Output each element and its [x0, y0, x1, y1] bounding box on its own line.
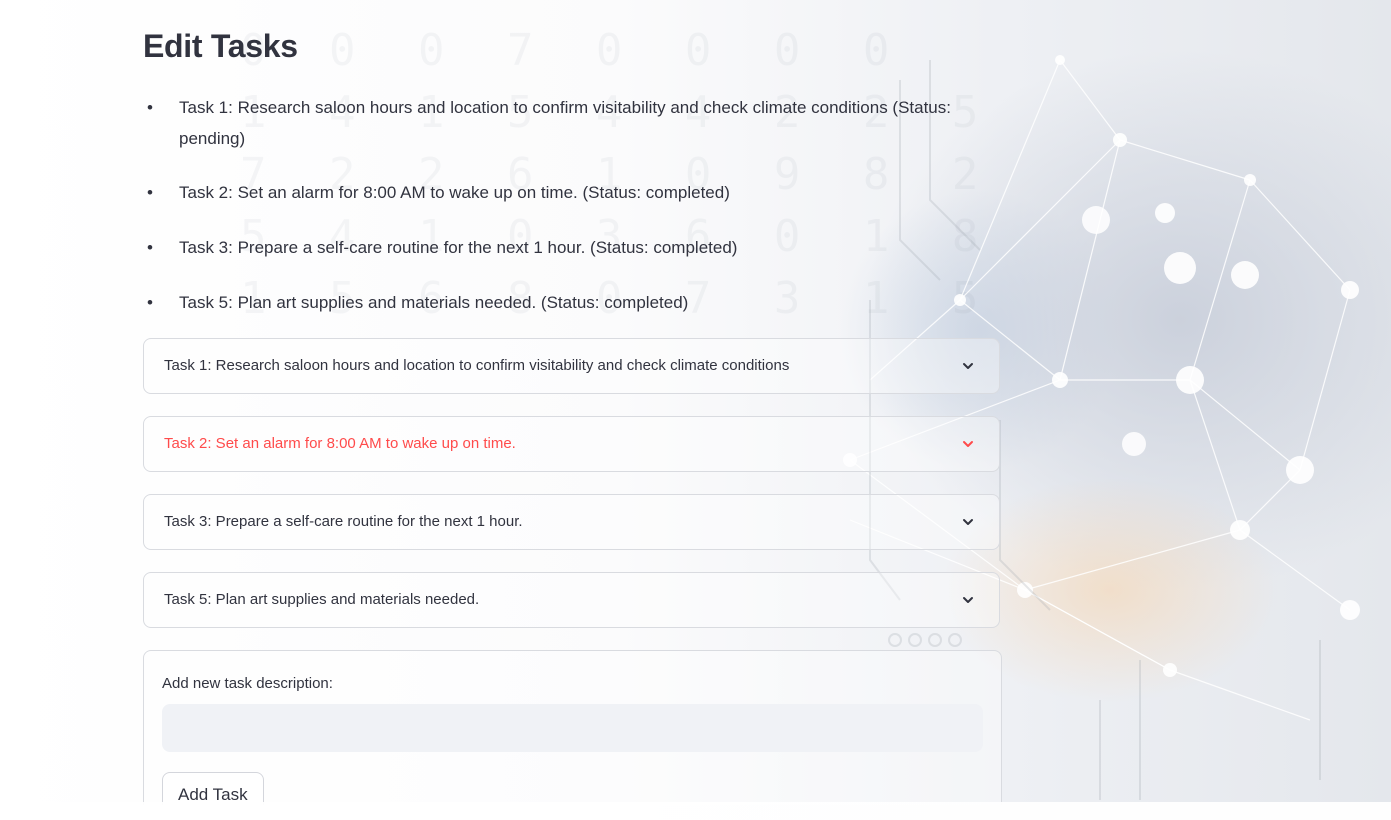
bullet-icon: • [147, 293, 153, 312]
bullet-icon: • [147, 183, 153, 202]
task-summary-list: • Task 1: Research saloon hours and loca… [143, 92, 963, 318]
add-task-button[interactable]: Add Task [162, 772, 264, 805]
bottom-edge [0, 802, 1391, 820]
task-expander-2[interactable]: Task 2: Set an alarm for 8:00 AM to wake… [143, 416, 1000, 472]
add-task-form: Add new task description: Add Task [143, 650, 1002, 805]
expander-label: Task 3: Prepare a self-care routine for … [164, 513, 523, 530]
list-item: • Task 5: Plan art supplies and material… [143, 287, 963, 318]
chevron-down-icon [963, 363, 973, 369]
list-item: • Task 3: Prepare a self-care routine fo… [143, 232, 963, 263]
expander-label: Task 1: Research saloon hours and locati… [164, 357, 790, 374]
expander-label: Task 5: Plan art supplies and materials … [164, 591, 480, 608]
list-item: • Task 1: Research saloon hours and loca… [143, 92, 963, 154]
list-item-text: Task 2: Set an alarm for 8:00 AM to wake… [179, 183, 730, 202]
list-item-text: Task 1: Research saloon hours and locati… [179, 98, 951, 148]
page-title: Edit Tasks [143, 28, 298, 64]
task-expander-3[interactable]: Task 3: Prepare a self-care routine for … [143, 494, 1000, 550]
task-expander-5[interactable]: Task 5: Plan art supplies and materials … [143, 572, 1000, 628]
list-item-text: Task 3: Prepare a self-care routine for … [179, 238, 738, 257]
chevron-down-icon [963, 441, 973, 447]
expander-label: Task 2: Set an alarm for 8:00 AM to wake… [164, 435, 516, 452]
new-task-label: Add new task description: [162, 675, 333, 692]
bullet-icon: • [147, 98, 153, 117]
task-expander-1[interactable]: Task 1: Research saloon hours and locati… [143, 338, 1000, 394]
list-item-text: Task 5: Plan art supplies and materials … [179, 293, 689, 312]
list-item: • Task 2: Set an alarm for 8:00 AM to wa… [143, 177, 963, 208]
new-task-input[interactable] [162, 704, 983, 752]
bullet-icon: • [147, 238, 153, 257]
chevron-down-icon [963, 597, 973, 603]
chevron-down-icon [963, 519, 973, 525]
